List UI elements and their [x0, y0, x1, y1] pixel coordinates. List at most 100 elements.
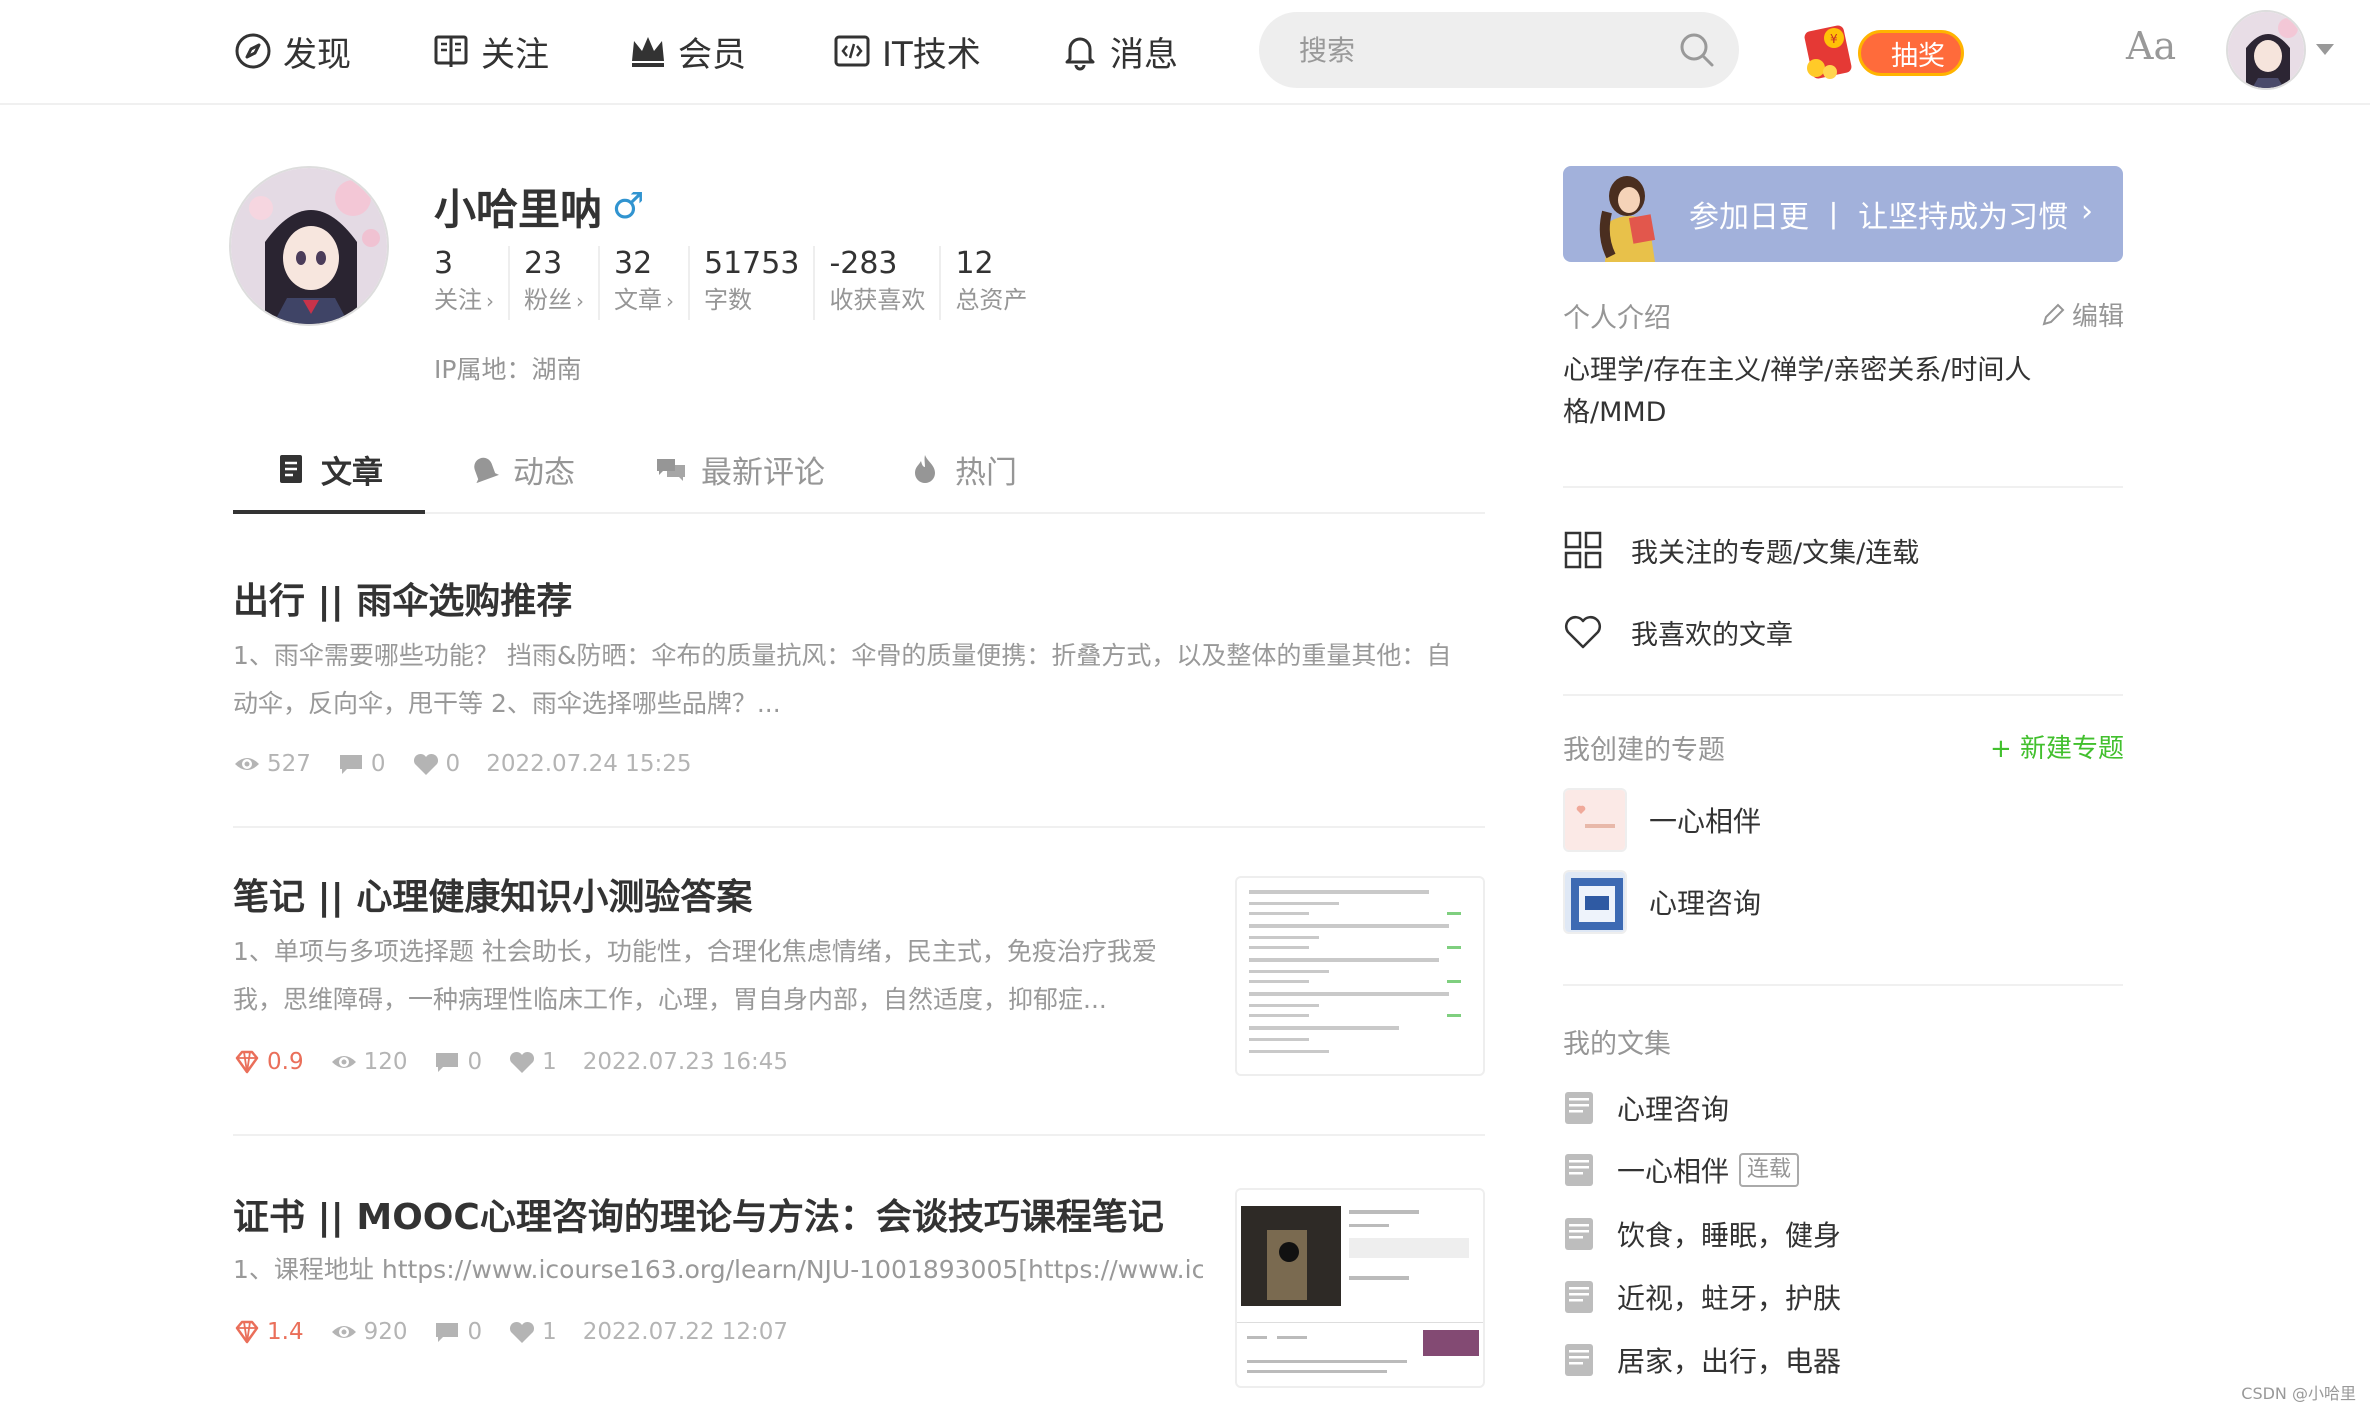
tab-label: 动态	[513, 454, 575, 491]
comments-value: 0	[370, 751, 386, 777]
nav-messages[interactable]: 消息	[1060, 24, 1178, 78]
bell-ring-icon	[474, 457, 499, 484]
active-tab-indicator	[233, 510, 425, 514]
topic-label: 一心相伴	[1649, 805, 1762, 838]
stat-label: 总资产	[955, 286, 1028, 314]
publish-time: 2022.07.24 15:25	[486, 751, 692, 777]
tab-latest-comments[interactable]: 最新评论	[655, 440, 825, 498]
collection-item[interactable]: 心理咨询	[1563, 1088, 1729, 1128]
nav-discover[interactable]: 发现	[233, 24, 351, 78]
search-input[interactable]	[1299, 12, 1659, 88]
intro-text: 心理学/存在主义/禅学/亲密关系/时间人格/MMD	[1563, 355, 2032, 428]
lottery-button[interactable]: 抽奖 ¥	[1788, 16, 1978, 88]
stat-followers[interactable]: 23 粉丝 ›	[524, 246, 600, 320]
comments-count[interactable]: 0	[337, 750, 386, 778]
stat-label: 字数	[704, 286, 752, 314]
article-thumbnail[interactable]	[1235, 1188, 1485, 1388]
article-title[interactable]: 笔记 || 心理健康知识小测验答案	[233, 868, 752, 920]
nav-vip-label: 会员	[678, 34, 746, 75]
pencil-icon	[2042, 303, 2065, 325]
collection-item[interactable]: 居家，出行，电器	[1563, 1340, 1841, 1380]
comment-icon	[339, 755, 362, 774]
views-value: 120	[363, 1049, 408, 1075]
stat-word-count: 51753 字数	[704, 246, 816, 320]
watermark: CSDN @小哈里	[2241, 1384, 2356, 1403]
tab-articles[interactable]: 文章	[275, 440, 383, 498]
intro-heading: 个人介绍	[1563, 303, 1671, 334]
comments-value: 0	[467, 1319, 483, 1345]
tab-activity[interactable]: 动态	[467, 440, 575, 498]
collection-item[interactable]: 近视，蛀牙，护肤	[1563, 1277, 1841, 1317]
stat-value: 3	[434, 246, 454, 281]
comment-icon	[436, 1323, 459, 1342]
nav-it-tech[interactable]: IT技术	[832, 24, 981, 78]
topic-cover	[1563, 788, 1627, 852]
profile-name-row: 小哈里呐 ♂	[434, 176, 644, 237]
topic-label: 心理咨询	[1649, 887, 1762, 920]
chevron-right-icon: ›	[486, 289, 494, 313]
comments-value: 0	[467, 1049, 483, 1075]
font-size-toggle[interactable]: Aa	[2126, 24, 2176, 68]
search-icon[interactable]	[1677, 30, 1717, 70]
profile-name: 小哈里呐	[434, 185, 603, 234]
topic-item[interactable]: 一心相伴	[1563, 788, 1761, 852]
lottery-label: 抽奖	[1858, 30, 1964, 76]
edit-intro-button[interactable]: 编辑	[2040, 296, 2124, 333]
chevron-right-icon: ›	[576, 289, 584, 313]
nav-vip[interactable]: 会员	[628, 24, 746, 78]
nav-follow[interactable]: 关注	[431, 24, 549, 78]
comments-count[interactable]: 0	[433, 1048, 482, 1076]
stat-following[interactable]: 3 关注 ›	[434, 246, 510, 320]
notebook-icon	[1565, 1092, 1593, 1124]
collection-label: 居家，出行，电器	[1617, 1345, 1842, 1378]
stat-value: 23	[524, 246, 563, 281]
nav-discover-label: 发现	[283, 34, 351, 75]
new-topic-button[interactable]: + 新建专题	[1990, 728, 2124, 765]
likes-count: 1	[508, 1318, 557, 1346]
nav-messages-label: 消息	[1110, 34, 1178, 75]
banner-text: 参加日更 丨 让坚持成为习惯	[1689, 200, 2069, 235]
article-title[interactable]: 出行 || 雨伞选购推荐	[233, 572, 572, 624]
collections-heading: 我的文集	[1563, 1029, 1671, 1060]
article-meta: 527 0 0 2022.07.24 15:25	[233, 750, 717, 778]
collection-item[interactable]: 饮食，睡眠，健身	[1563, 1214, 1841, 1254]
top-navbar: 发现 关注 会员 IT技术 消息 抽奖 ¥ Aa	[0, 0, 2370, 105]
avatar-image	[2228, 12, 2304, 88]
stat-label: 关注	[434, 286, 482, 314]
eye-icon	[331, 1326, 356, 1338]
likes-value: 1	[542, 1319, 557, 1345]
liked-articles-link[interactable]: 我喜欢的文章	[1563, 612, 1793, 652]
stat-value: 32	[614, 246, 653, 281]
chevron-right-icon: ›	[2081, 194, 2093, 229]
notebook-icon	[1565, 1218, 1593, 1250]
daily-update-banner[interactable]: 参加日更 丨 让坚持成为习惯 ›	[1563, 166, 2123, 262]
profile-avatar	[229, 166, 389, 326]
collection-item[interactable]: 一心相伴 连载	[1563, 1150, 1800, 1190]
code-icon	[834, 35, 870, 67]
article-abstract: 1、单项与多项选择题 社会助长，功能性，合理化焦虑情绪，民主式，免疫治疗我爱我，…	[233, 937, 1157, 1014]
search-box	[1259, 12, 1739, 88]
chevron-down-icon[interactable]	[2316, 44, 2334, 55]
tab-hot[interactable]: 热门	[909, 440, 1017, 498]
topic-item[interactable]: 心理咨询	[1563, 870, 1761, 934]
views-count: 120	[330, 1048, 408, 1076]
article-title[interactable]: 证书 || MOOC心理咨询的理论与方法：会谈技巧课程笔记	[233, 1188, 1164, 1240]
likes-count: 0	[412, 750, 460, 778]
article-thumbnail[interactable]	[1235, 876, 1485, 1076]
edit-label: 编辑	[2072, 302, 2125, 332]
notebook-icon	[1565, 1154, 1593, 1186]
divider	[1563, 984, 2123, 986]
document-icon	[280, 455, 302, 483]
chevron-right-icon: ›	[666, 289, 674, 313]
stat-articles[interactable]: 32 文章 ›	[614, 246, 690, 320]
stat-label: 粉丝	[524, 286, 572, 314]
article-item: 证书 || MOOC心理咨询的理论与方法：会谈技巧课程笔记 1、课程地址 htt…	[233, 1136, 1485, 1410]
article-item: 笔记 || 心理健康知识小测验答案 1、单项与多项选择题 社会助长，功能性，合理…	[233, 828, 1485, 1136]
comments-count[interactable]: 0	[433, 1318, 482, 1346]
profile-tabs: 文章 动态 最新评论 热门	[233, 424, 1485, 514]
nav-it-tech-label: IT技术	[882, 34, 981, 75]
male-gender-icon: ♂	[612, 186, 645, 227]
nav-follow-label: 关注	[481, 34, 549, 75]
user-avatar-menu[interactable]	[2226, 10, 2306, 90]
followed-topics-link[interactable]: 我关注的专题/文集/连载	[1563, 530, 1919, 570]
